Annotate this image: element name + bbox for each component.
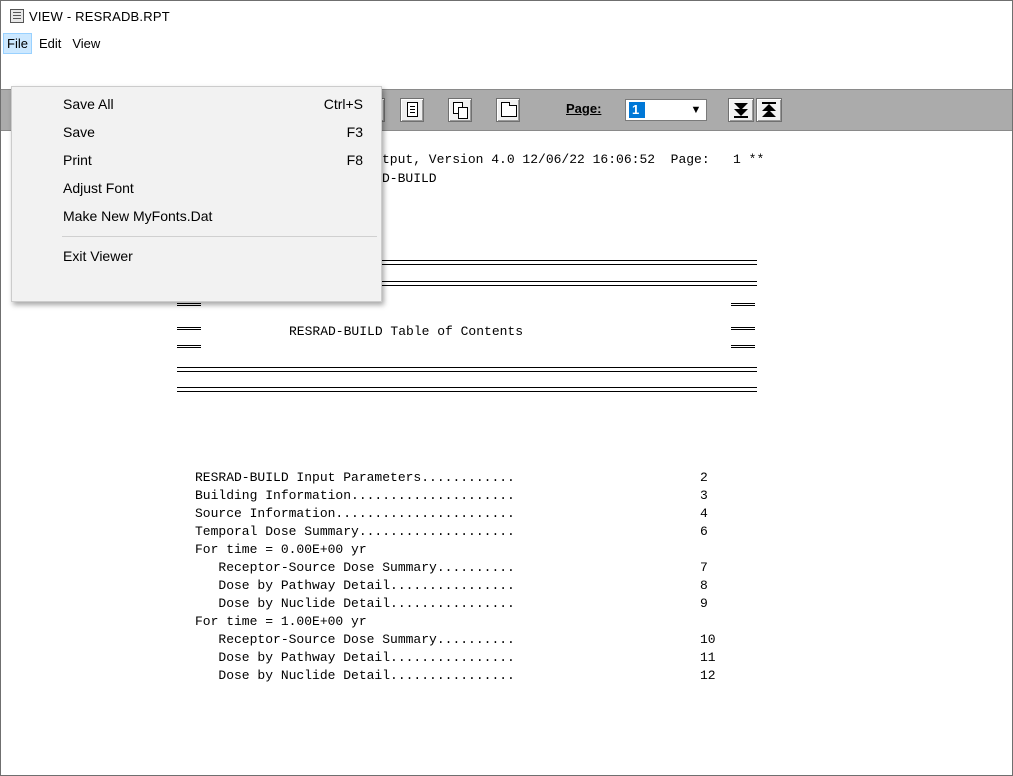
report-header-line-2: D-BUILD [382, 171, 437, 186]
toc-box-edge [731, 327, 755, 330]
menu-item-save[interactable]: Save F3 [12, 120, 381, 144]
copy-button[interactable] [448, 98, 472, 122]
toc-row: Dose by Pathway Detail................ 11 [195, 650, 716, 665]
next-page-button[interactable] [728, 98, 754, 122]
toc-row: For time = 0.00E+00 yr [195, 542, 367, 557]
menu-item-adjust-font[interactable]: Adjust Font [12, 176, 381, 200]
previous-page-icon [762, 102, 776, 117]
document-button[interactable] [400, 98, 424, 122]
toc-row: Dose by Nuclide Detail................ 9 [195, 596, 708, 611]
toc-box-edge [731, 345, 755, 348]
toc-title: RESRAD-BUILD Table of Contents [289, 324, 524, 339]
menu-item-make-new-myfonts[interactable]: Make New MyFonts.Dat [12, 204, 381, 228]
toc-box-edge [177, 327, 201, 330]
chevron-down-icon[interactable]: ▼ [688, 102, 704, 118]
menu-file[interactable]: File [3, 32, 32, 54]
toc-row: Receptor-Source Dose Summary.......... 10 [195, 632, 716, 647]
document-icon [407, 102, 418, 117]
menu-bar: File Edit View [1, 31, 1012, 55]
toc-box-edge [177, 345, 201, 348]
menu-edit[interactable]: Edit [35, 33, 65, 54]
previous-page-button[interactable] [756, 98, 782, 122]
toc-list: RESRAD-BUILD Input Parameters...........… [195, 469, 730, 685]
toc-row: Source Information......................… [195, 506, 708, 521]
toc-box-edge [731, 303, 755, 306]
page-select[interactable]: 1 ▼ [625, 99, 707, 121]
toc-box-bottom-border [177, 367, 757, 372]
toc-row: Dose by Pathway Detail................ 8 [195, 578, 708, 593]
report-viewer-icon [10, 9, 24, 23]
menu-separator [62, 236, 377, 237]
next-page-icon [734, 103, 748, 118]
file-menu-dropdown: Save All Ctrl+S Save F3 Print F8 Adjust … [11, 86, 382, 302]
menu-item-print[interactable]: Print F8 [12, 148, 381, 172]
toc-box-edge [177, 303, 201, 306]
report-viewer-window: VIEW - RESRADB.RPT File Edit View Page: … [0, 0, 1013, 776]
toc-row: Receptor-Source Dose Summary.......... 7 [195, 560, 708, 575]
toc-row: RESRAD-BUILD Input Parameters...........… [195, 470, 708, 485]
menu-item-save-all[interactable]: Save All Ctrl+S [12, 92, 381, 116]
window-title: VIEW - RESRADB.RPT [29, 8, 170, 24]
toc-row: Building Information....................… [195, 488, 708, 503]
title-bar: VIEW - RESRADB.RPT [1, 1, 1012, 31]
page-select-value: 1 [629, 102, 645, 118]
report-header-line-1: tput, Version 4.0 12/06/22 16:06:52 Page… [382, 152, 765, 167]
menu-view[interactable]: View [68, 33, 104, 54]
folder-button[interactable] [496, 98, 520, 122]
menu-item-exit-viewer[interactable]: Exit Viewer [12, 244, 381, 268]
toc-row: Dose by Nuclide Detail................ 12 [195, 668, 716, 683]
toc-row: Temporal Dose Summary...................… [195, 524, 708, 539]
toc-box-bottom-border-2 [177, 387, 757, 392]
folder-icon [501, 102, 517, 117]
toc-row: For time = 1.00E+00 yr [195, 614, 367, 629]
page-label: Page: [566, 101, 602, 116]
